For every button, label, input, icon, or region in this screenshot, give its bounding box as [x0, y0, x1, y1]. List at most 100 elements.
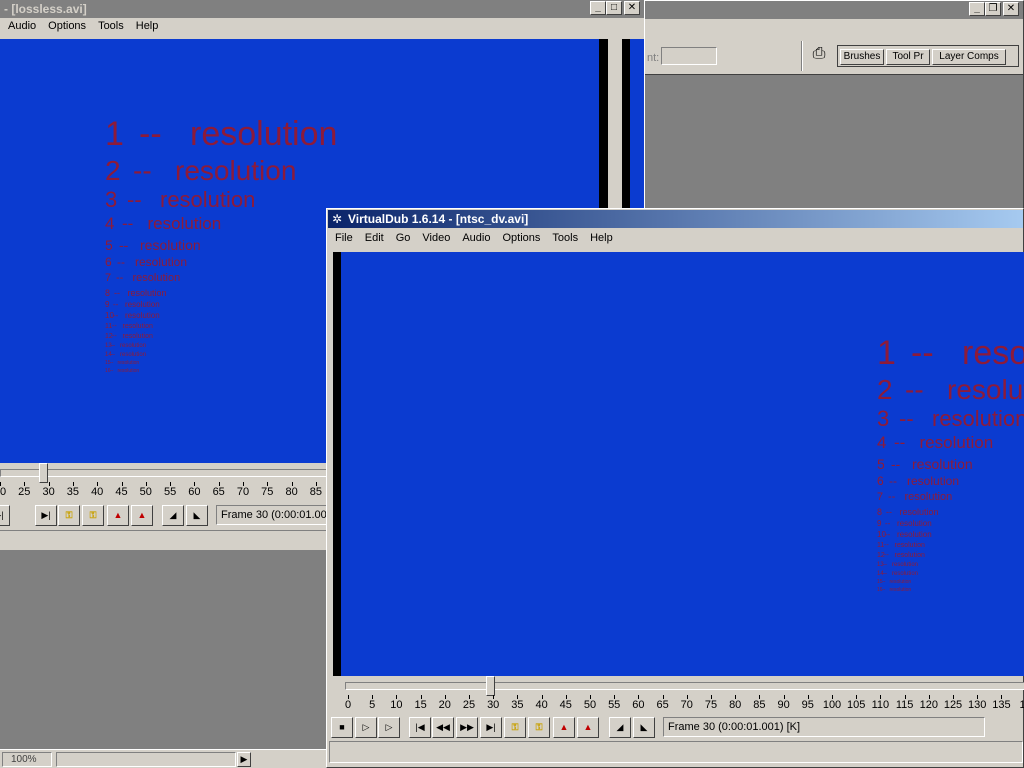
back-menu-tools[interactable]: Tools — [92, 20, 130, 32]
back-window-title: - [lossless.avi] — [4, 2, 87, 16]
line-dash: -- — [911, 334, 934, 372]
line-word: resolution — [125, 311, 160, 320]
tab-brushes[interactable]: Brushes — [840, 49, 884, 65]
menu-audio[interactable]: Audio — [456, 232, 496, 244]
back-position-track[interactable] — [0, 469, 330, 477]
tick-label: 65 — [656, 699, 669, 711]
close-icon[interactable]: ✕ — [624, 1, 640, 15]
tick-label: 70 — [680, 699, 693, 711]
end-icon[interactable]: ▶| — [480, 717, 502, 738]
start-icon[interactable]: |◀ — [409, 717, 431, 738]
scroll-right-icon[interactable]: ▶ — [237, 752, 251, 767]
back-mark-out-icon[interactable]: ◣ — [186, 505, 208, 526]
tick-label: 30 — [42, 486, 55, 498]
restore-icon[interactable]: ❐ — [985, 2, 1001, 16]
prev-key-icon[interactable]: ⚿ — [504, 717, 526, 738]
line-number: 9 — [105, 300, 110, 309]
mark-out-icon[interactable]: ◣ — [633, 717, 655, 738]
line-word: resolution — [122, 333, 153, 340]
play-output-icon[interactable]: ▷ — [378, 717, 400, 738]
line-word: resolution — [132, 272, 181, 284]
minimize-icon[interactable]: _ — [590, 1, 606, 15]
line-dash: -- — [884, 552, 889, 559]
front-position-track[interactable] — [345, 682, 1024, 690]
line-dash: -- — [885, 519, 891, 528]
tick-label: 105 — [847, 699, 866, 711]
photoshop-options-bar: nt: ⎙ Brushes Tool Pr Layer Comps — [645, 19, 1023, 75]
tick-label: 55 — [163, 486, 177, 498]
line-dash: -- — [133, 155, 152, 186]
virtualdub-app-icon[interactable]: ✲ — [332, 213, 345, 226]
menu-help[interactable]: Help — [584, 232, 619, 244]
tick-label: 55 — [608, 699, 621, 711]
line-dash: -- — [111, 343, 115, 349]
tick-label: 25 — [462, 699, 476, 711]
line-word: resolution — [135, 255, 188, 269]
tick-label: 65 — [212, 486, 225, 498]
menu-file[interactable]: File — [329, 232, 359, 244]
line-number: 4 — [105, 214, 115, 233]
line-dash: -- — [112, 323, 117, 330]
line-dash: -- — [882, 579, 886, 585]
tab-tool-presets[interactable]: Tool Pr — [886, 49, 930, 65]
prev-frame-icon[interactable]: ◀◀ — [432, 717, 454, 738]
back-position-thumb[interactable] — [39, 463, 48, 483]
back-mark-in-icon[interactable]: ◢ — [162, 505, 184, 526]
back-menu-help[interactable]: Help — [130, 20, 165, 32]
next-key-icon[interactable]: ⚿ — [528, 717, 550, 738]
menu-options[interactable]: Options — [496, 232, 546, 244]
line-dash: -- — [883, 562, 887, 568]
line-word: resolution — [907, 474, 960, 488]
line-word: resolution — [947, 374, 1024, 405]
tick-label: 100 — [822, 699, 842, 711]
line-word: resolution — [899, 507, 939, 517]
menu-go[interactable]: Go — [390, 232, 417, 244]
line-word: resolution — [122, 323, 153, 330]
tick-label: 80 — [729, 699, 742, 711]
mark-in-icon[interactable]: ◢ — [609, 717, 631, 738]
menu-tools[interactable]: Tools — [546, 232, 584, 244]
back-next-frame-icon[interactable]: ▶| — [35, 505, 57, 526]
line-dash: -- — [894, 433, 906, 452]
tick-label: 115 — [895, 699, 914, 711]
tick-label: 35 — [511, 699, 524, 711]
line-number: 1 — [105, 115, 124, 153]
palette-well-icon[interactable]: ⎙ — [808, 45, 830, 67]
close-icon[interactable]: ✕ — [1003, 2, 1019, 16]
tick-label: 85 — [309, 486, 323, 498]
stop-icon[interactable]: ■ — [331, 717, 353, 738]
back-prev-key-icon[interactable]: ⚿ — [58, 505, 80, 526]
line-dash: -- — [122, 214, 134, 233]
line-word: resolution — [889, 587, 912, 593]
line-number: 7 — [105, 272, 112, 284]
photoshop-field[interactable] — [661, 47, 717, 65]
minimize-icon[interactable]: _ — [969, 2, 985, 16]
back-end-icon[interactable]: ▶| — [0, 505, 10, 526]
menu-edit[interactable]: Edit — [359, 232, 390, 244]
line-dash: -- — [889, 474, 897, 488]
front-position-thumb[interactable] — [486, 676, 495, 696]
next-scene-icon[interactable]: ▲ — [577, 717, 599, 738]
line-dash: -- — [114, 288, 120, 298]
line-dash: -- — [139, 115, 162, 153]
next-frame-icon[interactable]: ▶▶ — [456, 717, 478, 738]
photoshop-separator — [801, 41, 803, 71]
line-word: resolution — [932, 406, 1024, 431]
menu-video[interactable]: Video — [416, 232, 456, 244]
back-menu-audio[interactable]: Audio — [2, 20, 42, 32]
line-dash: -- — [885, 530, 891, 539]
play-input-icon[interactable]: ▷ — [355, 717, 377, 738]
prev-scene-icon[interactable]: ▲ — [553, 717, 575, 738]
back-next-key-icon[interactable]: ⚿ — [82, 505, 104, 526]
tab-layer-comps[interactable]: Layer Comps — [932, 49, 1006, 65]
line-word: resolution — [120, 343, 147, 349]
back-prev-scene-icon[interactable]: ▲ — [107, 505, 129, 526]
line-dash: -- — [116, 272, 124, 284]
back-next-scene-icon[interactable]: ▲ — [131, 505, 153, 526]
tick-label: 10 — [390, 699, 403, 711]
line-word: resolution — [897, 530, 932, 539]
maximize-icon[interactable]: □ — [606, 1, 622, 15]
line-word: resolution — [897, 519, 932, 528]
line-word: resolution — [889, 579, 912, 585]
back-menu-options[interactable]: Options — [42, 20, 92, 32]
